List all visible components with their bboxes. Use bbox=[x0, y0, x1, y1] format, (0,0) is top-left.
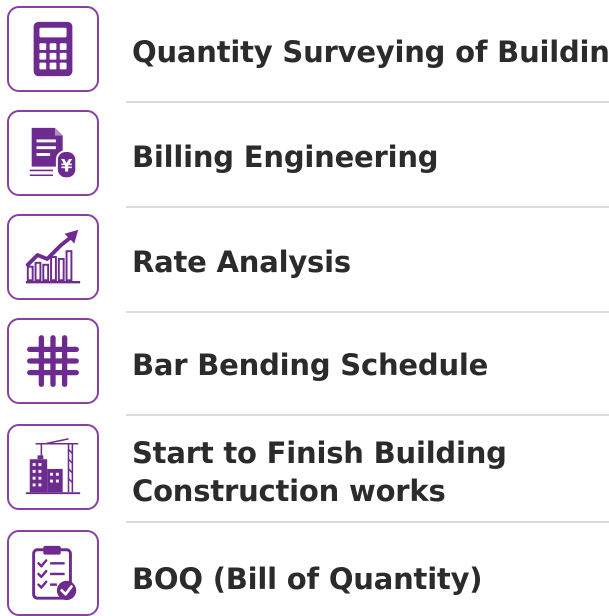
svg-text:¥: ¥ bbox=[61, 156, 73, 175]
list-item-rate-analysis[interactable]: Rate Analysis bbox=[0, 208, 609, 312]
list-item-building-construction[interactable]: Start to Finish Building Construction wo… bbox=[0, 418, 609, 522]
list-item-label: Quantity Surveying of Building bbox=[132, 35, 609, 69]
rebar-grid-icon bbox=[22, 330, 84, 392]
service-list: Quantity Surveying of Building ¥ Billing… bbox=[0, 0, 609, 616]
building-crane-icon bbox=[22, 436, 84, 498]
divider bbox=[126, 414, 609, 416]
list-item-billing-engineering[interactable]: ¥ Billing Engineering bbox=[0, 104, 609, 208]
icon-frame bbox=[7, 214, 99, 300]
list-item-boq[interactable]: BOQ (Bill of Quantity) bbox=[0, 524, 609, 616]
list-item-label-line-2: Construction works bbox=[132, 474, 446, 508]
icon-frame bbox=[7, 530, 99, 616]
icon-frame bbox=[7, 424, 99, 510]
list-item-label: BOQ (Bill of Quantity) bbox=[132, 562, 483, 596]
icon-frame bbox=[7, 318, 99, 404]
divider bbox=[126, 521, 609, 523]
calculator-icon bbox=[22, 18, 84, 80]
divider bbox=[126, 101, 609, 103]
growth-chart-icon bbox=[22, 226, 84, 288]
icon-frame: ¥ bbox=[7, 110, 99, 196]
list-item-label: Rate Analysis bbox=[132, 245, 351, 279]
icon-frame bbox=[7, 6, 99, 92]
list-item-label: Billing Engineering bbox=[132, 140, 439, 174]
clipboard-checklist-icon bbox=[22, 542, 84, 604]
list-item-bar-bending-schedule[interactable]: Bar Bending Schedule bbox=[0, 312, 609, 416]
invoice-yen-icon: ¥ bbox=[22, 122, 84, 184]
list-item-quantity-surveying[interactable]: Quantity Surveying of Building bbox=[0, 0, 609, 104]
list-item-label-line-1: Start to Finish Building bbox=[132, 436, 507, 470]
list-item-label: Bar Bending Schedule bbox=[132, 348, 489, 382]
